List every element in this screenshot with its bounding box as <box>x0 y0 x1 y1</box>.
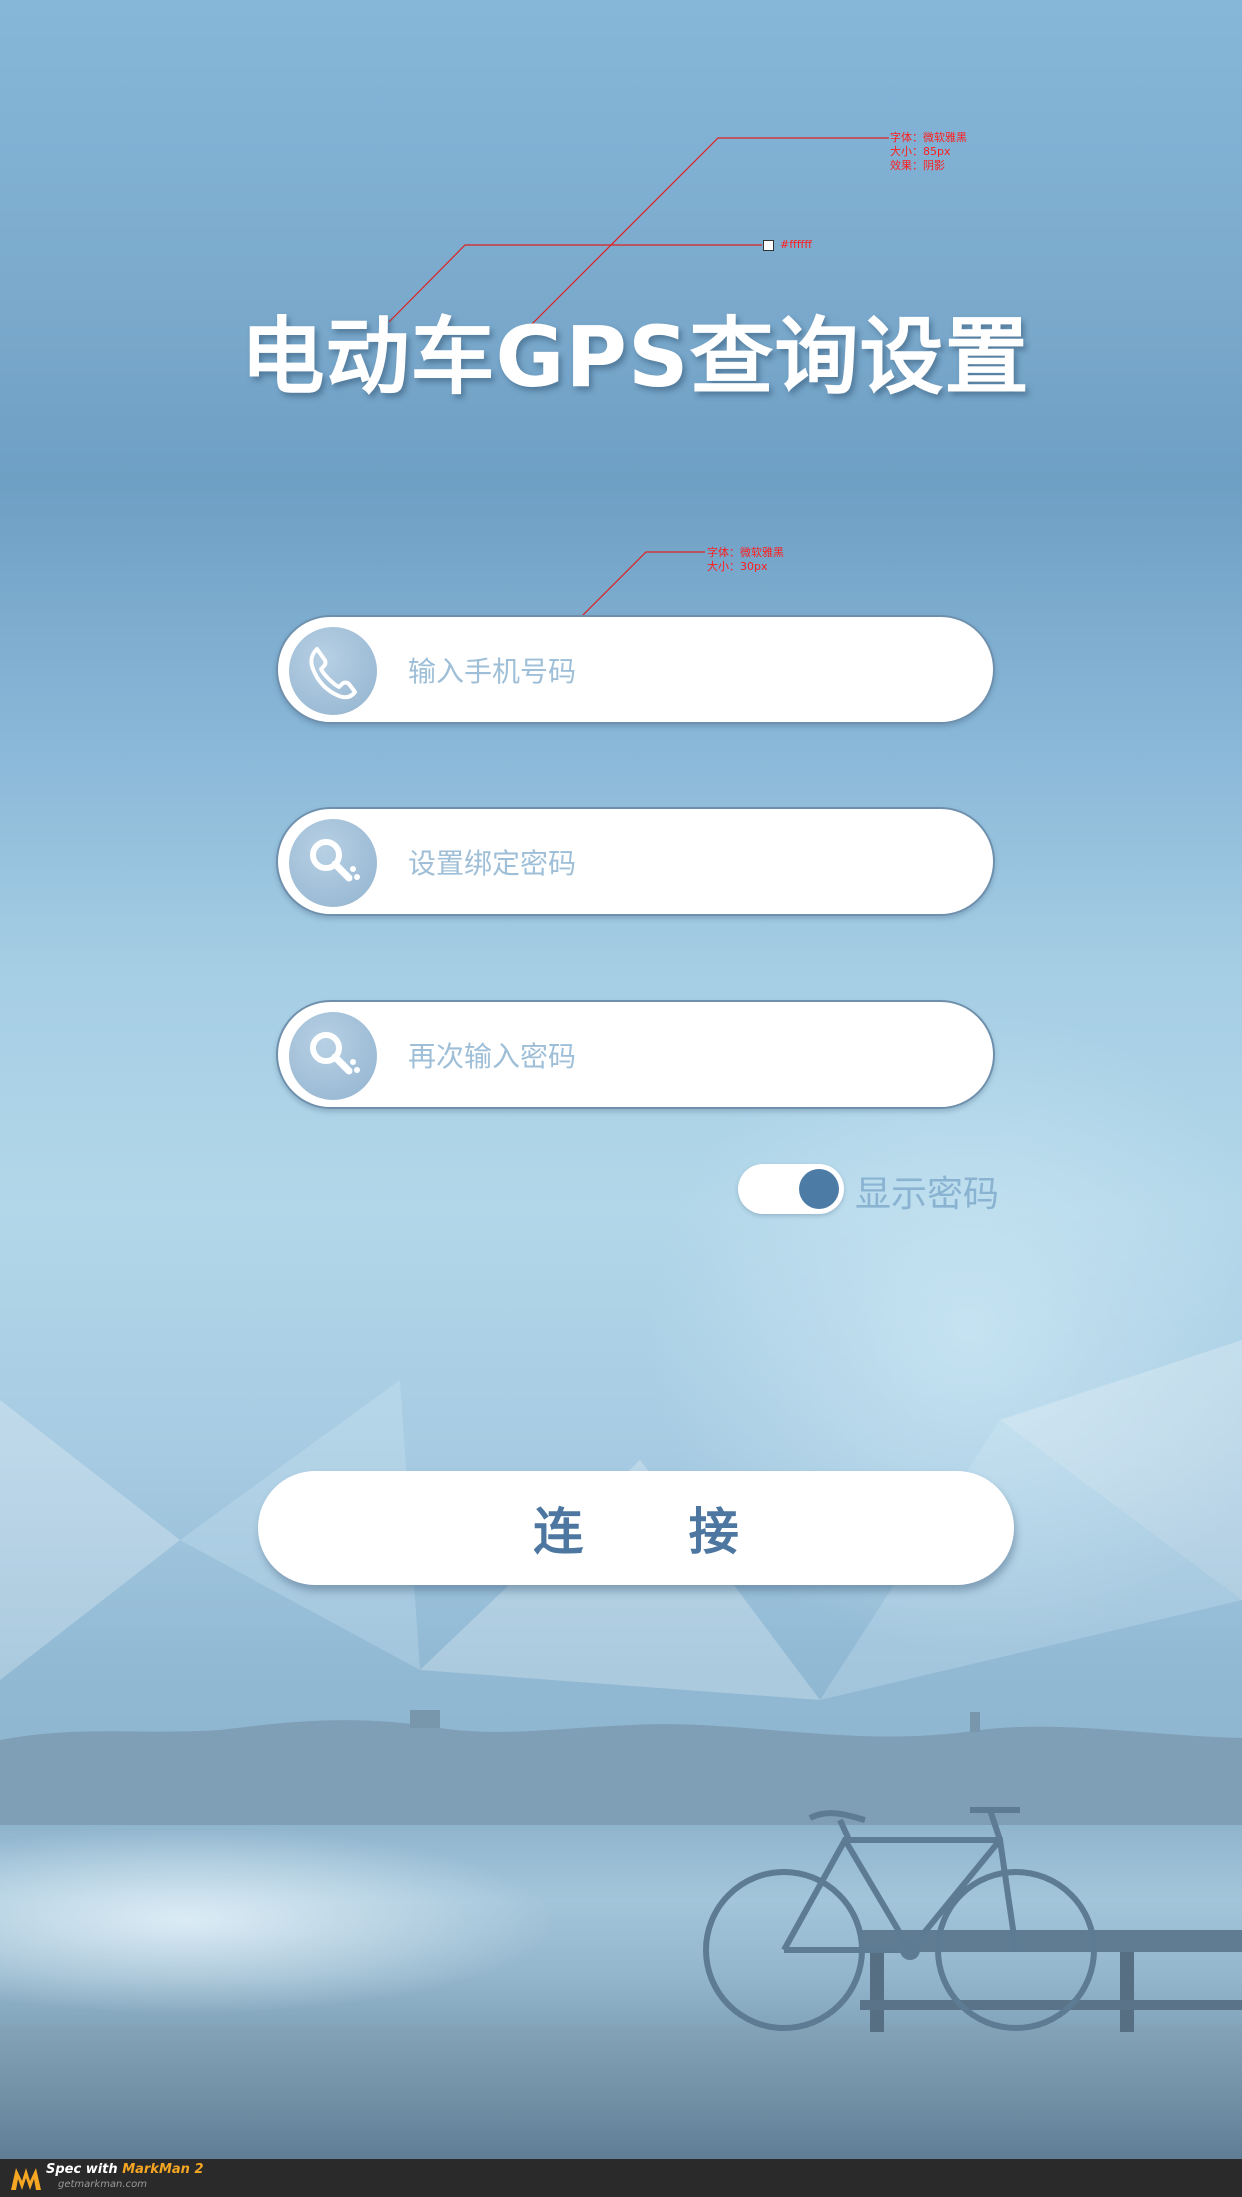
color-swatch-white <box>763 240 774 251</box>
footer-spec: Spec with <box>46 2162 123 2177</box>
connect-button[interactable]: 连 接 <box>258 1471 1014 1585</box>
password-input[interactable] <box>408 835 968 891</box>
annotation-title-color: #ffffff <box>780 238 812 251</box>
annotation-title-font: 字体：微软雅黑 <box>890 131 967 144</box>
confirm-password-field[interactable] <box>276 1000 995 1109</box>
annotation-input-font: 字体：微软雅黑 <box>707 546 784 559</box>
phone-field[interactable] <box>276 615 995 724</box>
phone-icon <box>309 647 357 700</box>
key-icon-badge <box>289 1012 377 1100</box>
footer-spec-text: Spec with MarkMan 2 <box>46 2162 204 2177</box>
sea-sparkle <box>0 1830 620 2030</box>
toggle-knob <box>799 1169 839 1209</box>
key-icon-badge <box>289 819 377 907</box>
markman-logo-icon <box>11 2168 41 2190</box>
annotation-title-effect: 效果：阴影 <box>890 159 945 172</box>
key-icon <box>310 1032 360 1075</box>
page-title: 电动车GPS查询设置 <box>240 308 1030 406</box>
annotation-title-size: 大小：85px <box>890 145 951 158</box>
key-icon <box>310 839 360 882</box>
annotation-input-size: 大小：30px <box>707 560 768 573</box>
phone-icon-badge <box>289 627 377 715</box>
confirm-password-input[interactable] <box>408 1028 968 1084</box>
markman-footer: Spec with MarkMan 2 getmarkman.com <box>0 2159 1242 2197</box>
password-field[interactable] <box>276 807 995 916</box>
footer-brand: MarkMan 2 <box>122 2162 204 2177</box>
show-password-label[interactable]: 显示密码 <box>855 1165 999 1217</box>
show-password-toggle[interactable] <box>738 1164 844 1214</box>
footer-url: getmarkman.com <box>58 2179 147 2190</box>
phone-input[interactable] <box>408 643 968 699</box>
bicycle <box>703 1807 1097 2031</box>
